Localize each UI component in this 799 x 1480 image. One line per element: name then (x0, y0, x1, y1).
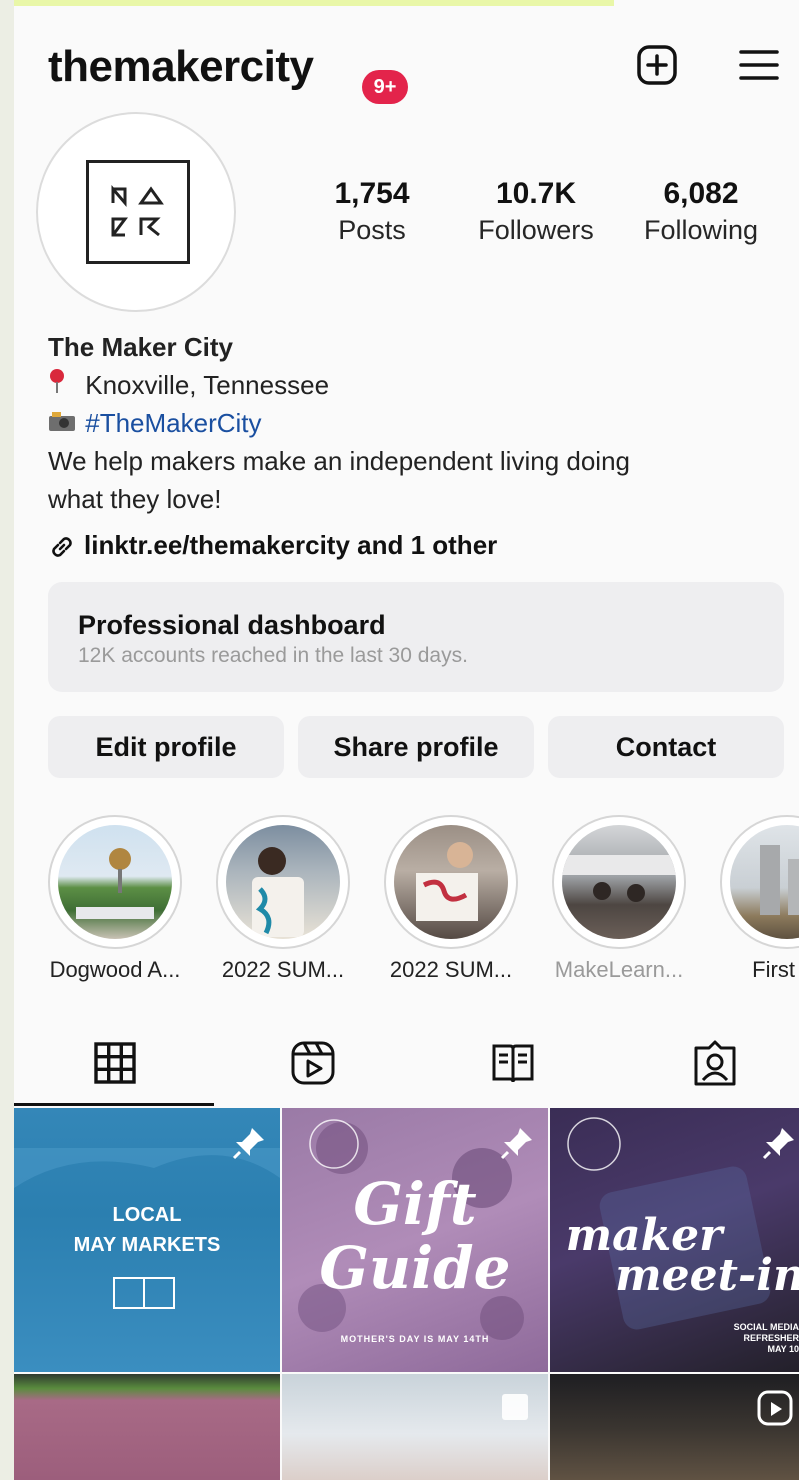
highlight-item[interactable]: 2022 SUM... (216, 815, 350, 982)
profile-link[interactable]: linktr.ee/themakercity and 1 other (48, 526, 497, 564)
bio-description-line-2: what they love! (48, 484, 222, 514)
highlight-item[interactable]: 2022 SUM... (384, 815, 518, 982)
grid-post[interactable] (550, 1374, 799, 1480)
camera-icon (48, 404, 78, 442)
pin-icon (762, 1128, 794, 1160)
highlight-item[interactable]: MakeLearn... (552, 815, 686, 982)
highlight-ring (384, 815, 518, 949)
highlight-ring (216, 815, 350, 949)
grid-post[interactable] (282, 1374, 548, 1480)
hashtag-link[interactable]: #TheMakerCity (85, 408, 261, 438)
following-stat[interactable]: 6,082 Following (634, 176, 768, 248)
edit-profile-button[interactable]: Edit profile (48, 716, 284, 778)
posts-stat[interactable]: 1,754 Posts (314, 176, 430, 248)
profile-tabs (14, 1030, 799, 1108)
profile-avatar[interactable] (36, 112, 236, 312)
highlight-thumbnail (562, 825, 676, 939)
highlight-ring (552, 815, 686, 949)
highlight-thumbnail (226, 825, 340, 939)
post-footer: MOTHER'S DAY IS MAY 14TH (340, 1334, 490, 1344)
highlight-thumbnail (730, 825, 799, 939)
post-title-line-1: Gift (353, 1170, 477, 1238)
pin-icon (500, 1128, 532, 1160)
highlight-ring (48, 815, 182, 949)
grid-post[interactable]: maker meet-in SOCIAL MEDIA REFRESHER MAY… (550, 1108, 799, 1372)
dashboard-subtitle: 12K accounts reached in the last 30 days… (78, 644, 468, 667)
followers-label: Followers (478, 215, 594, 245)
post-footer-line-2: REFRESHER (743, 1333, 799, 1343)
profile-screen: themakercity 9+ 1,754 Posts 10.7K Follow… (14, 0, 799, 1480)
top-edge-glow (14, 0, 614, 6)
post-footer-line-1: SOCIAL MEDIA (733, 1322, 799, 1332)
posts-count: 1,754 (334, 177, 410, 210)
tagged-icon[interactable] (690, 1038, 740, 1088)
post-title-line-2: MAY MARKETS (73, 1234, 221, 1256)
highlight-item[interactable]: Dogwood A... (48, 815, 182, 982)
contact-button[interactable]: Contact (548, 716, 784, 778)
grid-post[interactable]: LOCAL MAY MARKETS (14, 1108, 280, 1372)
pin-icon (232, 1128, 264, 1160)
active-tab-indicator (14, 1103, 214, 1106)
highlight-label: 2022 SUM... (389, 957, 513, 982)
bio-description-line-1: We help makers make an independent livin… (48, 446, 630, 476)
highlight-ring (720, 815, 799, 949)
posts-label: Posts (338, 215, 406, 245)
location-text: Knoxville, Tennessee (85, 370, 330, 400)
profile-header: themakercity 9+ (14, 30, 799, 104)
reel-indicator-icon (757, 1390, 793, 1426)
guides-icon[interactable] (488, 1038, 538, 1088)
post-footer-line-3: MAY 10 (767, 1344, 799, 1354)
notification-badge[interactable]: 9+ (362, 70, 408, 104)
location-line: Knoxville, Tennessee (48, 366, 788, 404)
carousel-icon (502, 1394, 528, 1420)
highlight-item[interactable]: First Fr (720, 815, 799, 982)
following-count: 6,082 (663, 177, 739, 210)
link-text: linktr.ee/themakercity and 1 other (84, 530, 498, 560)
post-title-line-2: meet-in (615, 1250, 799, 1301)
highlight-label: First Fr (752, 957, 799, 982)
reels-icon[interactable] (288, 1038, 338, 1088)
highlight-thumbnail (394, 825, 508, 939)
profile-bio: The Maker City Knoxville, Tennessee #The… (48, 328, 788, 518)
following-label: Following (643, 215, 759, 245)
maker-city-logo (86, 160, 190, 264)
hashtag-line: #TheMakerCity (48, 404, 788, 442)
display-name: The Maker City (48, 332, 233, 362)
plus-square-icon[interactable] (634, 42, 680, 88)
location-pin-icon (48, 366, 78, 404)
grid-post[interactable] (14, 1374, 280, 1480)
highlight-label: 2022 SUM... (221, 957, 345, 982)
grid-icon[interactable] (90, 1038, 140, 1088)
post-title-line-2: Guide (319, 1234, 511, 1302)
username-switcher[interactable]: themakercity (48, 42, 314, 92)
post-title-line-1: LOCAL (112, 1204, 182, 1226)
highlight-thumbnail (58, 825, 172, 939)
dashboard-title: Professional dashboard (78, 610, 386, 640)
share-profile-button[interactable]: Share profile (298, 716, 534, 778)
highlight-label: MakeLearn... (554, 957, 684, 982)
link-icon (52, 537, 72, 557)
professional-dashboard[interactable]: Professional dashboard 12K accounts reac… (48, 582, 784, 692)
hamburger-menu-icon[interactable] (736, 42, 782, 88)
highlight-label: Dogwood A... (49, 957, 181, 982)
followers-count: 10.7K (495, 177, 577, 210)
grid-post[interactable]: Gift Guide MOTHER'S DAY IS MAY 14TH (282, 1108, 548, 1372)
followers-stat[interactable]: 10.7K Followers (469, 176, 603, 248)
